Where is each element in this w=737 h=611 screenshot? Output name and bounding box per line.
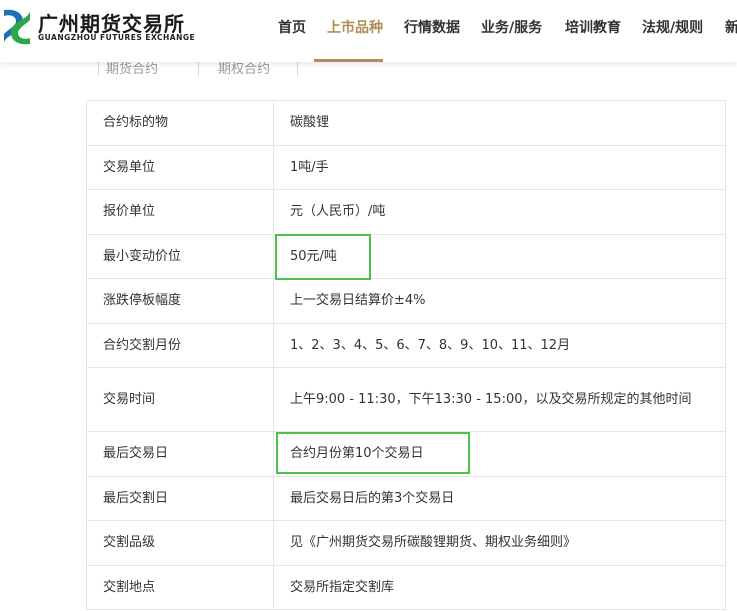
row-value: 元（人民币）/吨 [273,189,726,235]
row-label: 合约标的物 [86,100,274,146]
nav-item-listed-products[interactable]: 上市品种 [327,17,383,37]
row-label: 交割品级 [86,520,274,566]
table-row: 报价单位 元（人民币）/吨 [86,189,726,235]
nav-item-training-education[interactable]: 培训教育 [565,17,621,37]
logo-english-name: GUANGZHOU FUTURES EXCHANGE [38,33,196,42]
table-row: 交割品级 见《广州期货交易所碳酸锂期货、期权业务细则》 [86,520,726,566]
row-label: 最小变动价位 [86,234,274,279]
table-row: 合约交割月份 1、2、3、4、5、6、7、8、9、10、11、12月 [86,323,726,368]
table-row: 交易时间 上午9:00 - 11:30，下午13:30 - 15:00，以及交易… [86,367,726,432]
row-label: 合约交割月份 [86,323,274,368]
nav-item-market-data[interactable]: 行情数据 [404,17,460,37]
nav-item-laws-rules[interactable]: 法规/规则 [642,17,703,37]
row-value: 上午9:00 - 11:30，下午13:30 - 15:00，以及交易所规定的其… [273,367,726,432]
nav-item-news[interactable]: 新 [725,17,737,37]
row-label: 最后交割日 [86,476,274,521]
table-row: 交割地点 交易所指定交割库 [86,565,726,610]
row-value: 见《广州期货交易所碳酸锂期货、期权业务细则》 [273,520,726,566]
row-label: 涨跌停板幅度 [86,278,274,324]
row-value: 最后交易日后的第3个交易日 [273,476,726,521]
row-value: 交易所指定交割库 [273,565,726,610]
row-value: 碳酸锂 [273,100,726,146]
row-value: 合约月份第10个交易日 [273,431,726,477]
table-row: 合约标的物 碳酸锂 [86,100,726,146]
row-label: 交割地点 [86,565,274,610]
table-row: 最后交易日 合约月份第10个交易日 [86,431,726,477]
table-row: 最后交割日 最后交易日后的第3个交易日 [86,476,726,521]
row-label: 交易时间 [86,367,274,432]
row-label: 最后交易日 [86,431,274,477]
table-row: 涨跌停板幅度 上一交易日结算价±4% [86,278,726,324]
nav-item-home[interactable]: 首页 [278,17,306,37]
row-value: 1、2、3、4、5、6、7、8、9、10、11、12月 [273,323,726,368]
contract-spec-table: 合约标的物 碳酸锂 交易单位 1吨/手 报价单位 元（人民币）/吨 最小变动价位… [86,100,726,610]
nav-item-business-services[interactable]: 业务/服务 [481,17,542,37]
row-value: 上一交易日结算价±4% [273,278,726,324]
nav-active-underline [314,59,383,62]
row-value: 1吨/手 [273,145,726,190]
table-row: 交易单位 1吨/手 [86,145,726,190]
site-header: 广州期货交易所 GUANGZHOU FUTURES EXCHANGE 首页 上市… [0,0,737,62]
row-label: 交易单位 [86,145,274,190]
row-value: 50元/吨 [273,234,726,279]
row-label: 报价单位 [86,189,274,235]
exchange-logo-icon [4,9,30,45]
exchange-logo[interactable]: 广州期货交易所 GUANGZHOU FUTURES EXCHANGE [0,4,210,48]
table-row: 最小变动价位 50元/吨 [86,234,726,279]
